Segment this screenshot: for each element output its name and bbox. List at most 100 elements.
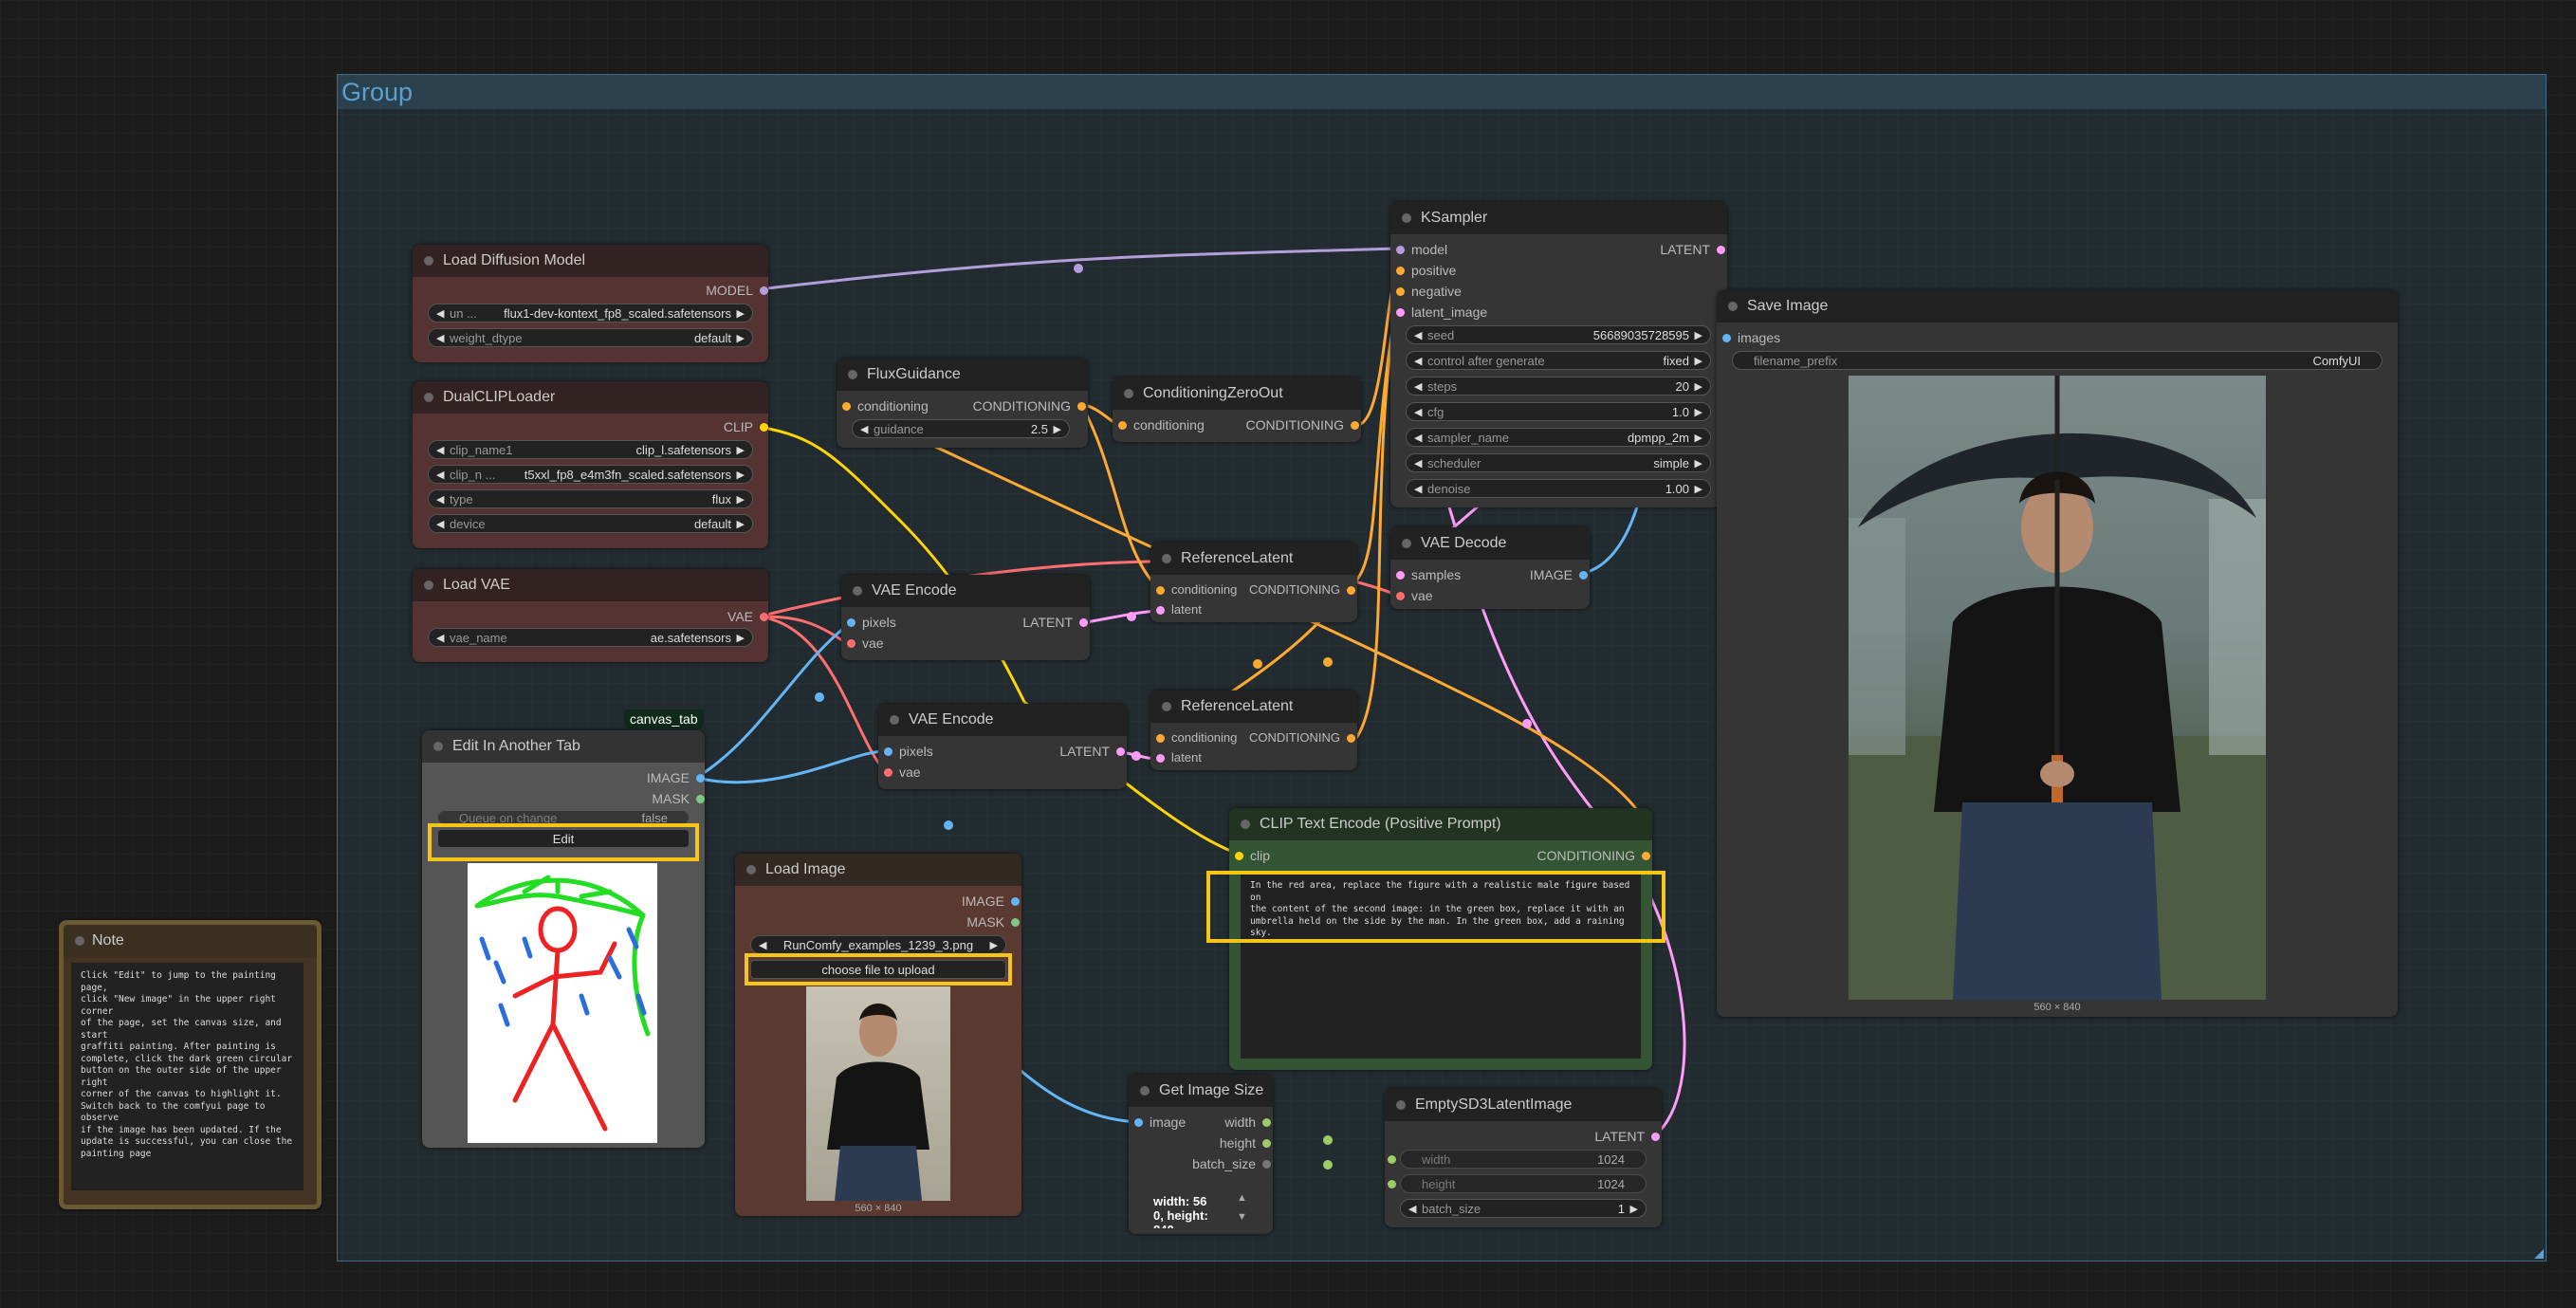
input-pin-height[interactable] <box>1388 1180 1396 1188</box>
collapse-dot[interactable] <box>746 865 756 875</box>
node-load-image[interactable]: Load Image IMAGE MASK ◀ RunComfy_examples… <box>735 854 1021 1216</box>
node-ksampler[interactable]: KSampler model positive negative latent_… <box>1390 202 1727 507</box>
widget-sampler-name[interactable]: ◀ sampler_name dpmpp_2m ▶ <box>1406 428 1711 447</box>
widget-denoise[interactable]: ◀ denoise 1.00 ▶ <box>1406 479 1711 498</box>
widget-width[interactable]: width 1024 <box>1400 1150 1647 1169</box>
node-title[interactable]: VAE Decode <box>1390 527 1590 560</box>
output-batch-size[interactable]: batch_size <box>1192 1156 1271 1171</box>
input-model[interactable]: model <box>1396 242 1447 257</box>
collapse-dot[interactable] <box>1124 389 1133 398</box>
output-pin[interactable] <box>1116 747 1125 756</box>
input-image[interactable]: image <box>1134 1115 1186 1130</box>
output-latent[interactable]: LATENT <box>1022 615 1088 630</box>
input-vae[interactable]: vae <box>847 636 884 651</box>
widget-cfg[interactable]: ◀ cfg 1.0 ▶ <box>1406 402 1711 421</box>
collapse-dot[interactable] <box>424 256 433 266</box>
output-mask[interactable]: MASK <box>652 791 705 806</box>
input-latent[interactable]: latent <box>1156 602 1202 617</box>
collapse-dot[interactable] <box>433 742 443 751</box>
node-note[interactable]: Note Click "Edit" to jump to the paintin… <box>59 920 322 1209</box>
node-title[interactable]: FluxGuidance <box>837 359 1088 391</box>
input-pin[interactable] <box>1722 334 1731 342</box>
output-mask[interactable]: MASK <box>966 914 1020 930</box>
collapse-dot[interactable] <box>424 393 433 402</box>
output-pin[interactable] <box>1651 1133 1660 1141</box>
node-get-image-size[interactable]: Get Image Size image width height batch_… <box>1129 1075 1273 1234</box>
input-pin[interactable] <box>842 402 851 411</box>
input-pin[interactable] <box>847 639 856 648</box>
note-text[interactable]: Click "Edit" to jump to the painting pag… <box>71 963 304 1190</box>
input-pixels[interactable]: pixels <box>847 615 896 630</box>
widget-clip-name1[interactable]: ◀ clip_name1 clip_l.safetensors ▶ <box>428 440 753 459</box>
node-reference-latent-1[interactable]: ReferenceLatent conditioning latent COND… <box>1150 543 1357 622</box>
node-vae-encode-2[interactable]: VAE Encode pixels vae LATENT <box>878 704 1127 789</box>
node-save-image[interactable]: Save Image images filename_prefix ComfyUI… <box>1717 290 2398 1017</box>
node-title[interactable]: Load VAE <box>413 569 768 601</box>
output-latent[interactable]: LATENT <box>1059 744 1125 759</box>
output-pin[interactable] <box>1011 897 1020 906</box>
widget-steps[interactable]: ◀ steps 20 ▶ <box>1406 377 1711 396</box>
widget-clip-name2[interactable]: ◀ clip_n ... t5xxl_fp8_e4m3fn_scaled.safet… <box>428 465 753 484</box>
widget-guidance[interactable]: ◀ guidance 2.5 ▶ <box>852 419 1070 438</box>
output-pin[interactable] <box>696 774 705 783</box>
input-conditioning[interactable]: conditioning <box>1156 730 1237 745</box>
node-vae-decode[interactable]: VAE Decode samples vae IMAGE <box>1390 527 1590 609</box>
node-title[interactable]: ReferenceLatent <box>1150 543 1357 575</box>
input-conditioning[interactable]: conditioning <box>1156 582 1237 597</box>
widget-device[interactable]: ◀ device default ▶ <box>428 514 753 533</box>
node-clip-text-encode[interactable]: CLIP Text Encode (Positive Prompt) clip … <box>1206 808 1665 1070</box>
node-title[interactable]: Edit In Another Tab <box>422 730 705 763</box>
output-image[interactable]: IMAGE <box>1530 567 1588 582</box>
node-dual-clip-loader[interactable]: DualCLIPLoader CLIP ◀ clip_name1 clip_l.sa… <box>413 381 768 548</box>
widget-vae-name[interactable]: ◀ vae_name ae.safetensors ▶ <box>428 628 753 647</box>
output-height[interactable]: height <box>1220 1135 1271 1151</box>
node-title[interactable]: VAE Encode <box>841 575 1090 607</box>
input-pin[interactable] <box>1156 734 1165 743</box>
output-pin[interactable] <box>1351 421 1359 430</box>
node-title[interactable]: Get Image Size <box>1129 1075 1273 1107</box>
input-clip[interactable]: clip <box>1235 848 1270 863</box>
input-pin[interactable] <box>884 747 892 756</box>
widget-filename-prefix[interactable]: filename_prefix ComfyUI <box>1732 351 2383 370</box>
output-pin[interactable] <box>1262 1139 1271 1148</box>
node-vae-encode-1[interactable]: VAE Encode pixels vae LATENT <box>841 575 1090 660</box>
input-vae[interactable]: vae <box>1396 588 1433 603</box>
info-scroll-arrows[interactable]: ▲ ▼ <box>1237 1188 1247 1226</box>
node-title[interactable]: VAE Encode <box>878 704 1127 736</box>
collapse-dot[interactable] <box>1396 1100 1406 1110</box>
output-pin[interactable] <box>1642 852 1650 860</box>
collapse-dot[interactable] <box>890 715 899 725</box>
node-flux-guidance[interactable]: FluxGuidance conditioning CONDITIONING ◀… <box>837 359 1088 448</box>
node-title[interactable]: Load Image <box>735 854 1021 886</box>
node-title[interactable]: ConditioningZeroOut <box>1113 378 1361 410</box>
input-latent[interactable]: latent <box>1156 750 1202 765</box>
group-title[interactable]: Group <box>338 75 2546 109</box>
output-pin[interactable] <box>1011 918 1020 927</box>
input-conditioning[interactable]: conditioning <box>1118 417 1205 433</box>
input-pin[interactable] <box>1156 606 1165 615</box>
output-latent[interactable]: LATENT <box>1660 242 1725 257</box>
output-pin[interactable] <box>760 613 768 621</box>
widget-seed[interactable]: ◀ seed 566890357285​95 ▶ <box>1406 325 1711 344</box>
input-pin-width[interactable] <box>1388 1155 1396 1164</box>
node-empty-sd3-latent-image[interactable]: EmptySD3LatentImage LATENT width 1024 hei… <box>1385 1089 1662 1227</box>
collapse-dot[interactable] <box>1728 302 1738 311</box>
input-positive[interactable]: positive <box>1396 263 1456 278</box>
output-conditioning[interactable]: CONDITIONING <box>1537 848 1650 863</box>
output-pin[interactable] <box>1262 1160 1271 1169</box>
input-negative[interactable]: negative <box>1396 284 1462 299</box>
node-load-diffusion-model[interactable]: Load Diffusion Model MODEL ◀ un ... flux1-… <box>413 245 768 362</box>
node-title[interactable]: Load Diffusion Model <box>413 245 768 277</box>
collapse-dot[interactable] <box>1402 213 1411 223</box>
node-reference-latent-2[interactable]: ReferenceLatent conditioning latent COND… <box>1150 691 1357 770</box>
input-pin[interactable] <box>1396 287 1405 296</box>
input-pin[interactable] <box>1118 421 1127 430</box>
output-conditioning[interactable]: CONDITIONING <box>1249 582 1355 597</box>
widget-weight-dtype[interactable]: ◀ weight_dtype default ▶ <box>428 328 753 347</box>
output-pin[interactable] <box>1347 734 1355 743</box>
input-latent-image[interactable]: latent_image <box>1396 304 1487 320</box>
collapse-dot[interactable] <box>1140 1086 1150 1096</box>
input-conditioning[interactable]: conditioning <box>842 398 929 414</box>
input-pin[interactable] <box>884 768 892 777</box>
widget-control-after-generate[interactable]: ◀ control after generate fixed ▶ <box>1406 351 1711 370</box>
